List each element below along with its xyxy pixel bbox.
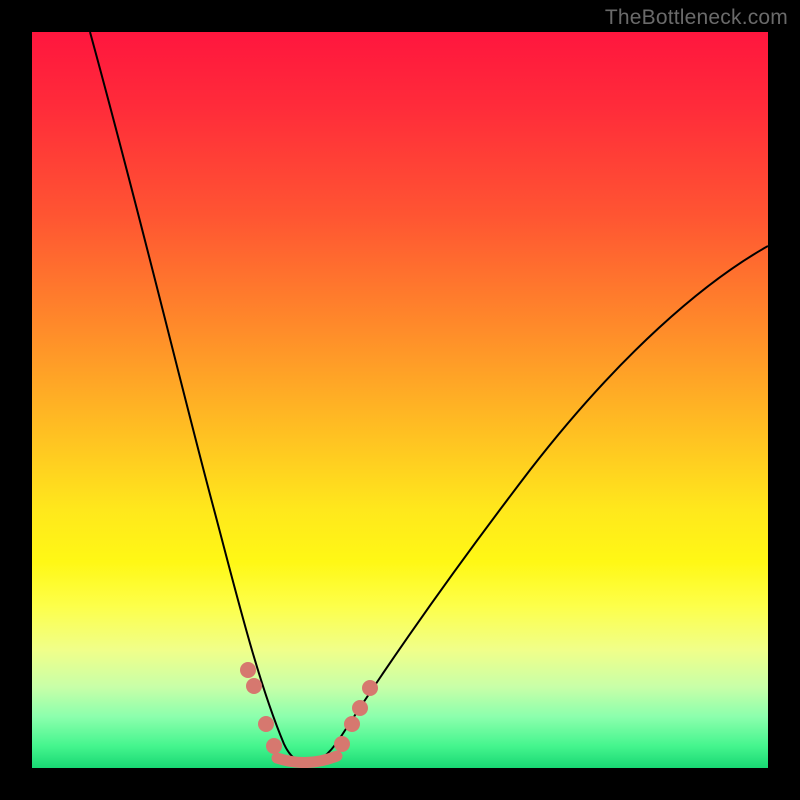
marker-dot <box>334 736 350 752</box>
marker-dot <box>240 662 256 678</box>
chart-svg <box>32 32 768 768</box>
marker-dot <box>258 716 274 732</box>
chart-frame: TheBottleneck.com <box>0 0 800 800</box>
curve-left-branch <box>90 32 307 763</box>
marker-dot <box>246 678 262 694</box>
marker-dot <box>266 738 282 754</box>
plot-area <box>32 32 768 768</box>
marker-dot <box>362 680 378 696</box>
watermark-text: TheBottleneck.com <box>605 6 788 30</box>
marker-dot <box>352 700 368 716</box>
trough-marker-line <box>277 756 337 763</box>
marker-dot <box>344 716 360 732</box>
